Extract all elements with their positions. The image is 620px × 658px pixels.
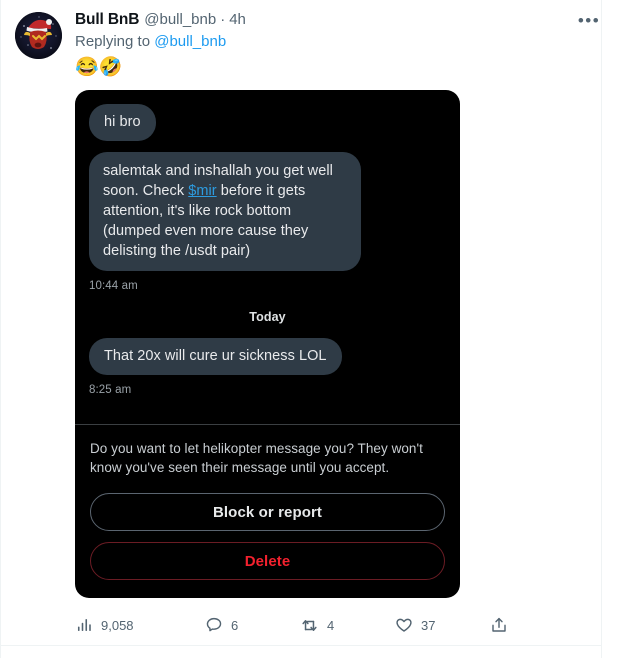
message-timestamp-1: 10:44 am (89, 280, 138, 292)
message-row-incoming-3: That 20x will cure ur sickness LOL (89, 338, 446, 375)
message-bubble: hi bro (89, 104, 156, 141)
delete-button[interactable]: Delete (90, 542, 445, 580)
tweet-card: ••• Bull BnB @bull_bnb · 4h Replying to … (0, 0, 620, 658)
chat-conversation: hi bro salemtak and inshallah you get we… (75, 90, 460, 424)
message-row-incoming-1: hi bro (89, 104, 446, 141)
message-bubble: That 20x will cure ur sickness LOL (89, 338, 342, 375)
retweet-count: 4 (327, 617, 335, 633)
tweet-header: Bull BnB @bull_bnb · 4h (75, 10, 587, 30)
like-count: 37 (421, 617, 436, 633)
message-bubble-with-link: salemtak and inshallah you get well soon… (89, 152, 361, 271)
tweet-content: Bull BnB @bull_bnb · 4h Replying to @bul… (63, 10, 587, 642)
retweet-icon (300, 616, 319, 635)
header-separator: · (220, 11, 226, 28)
reply-action[interactable]: 6 (205, 616, 300, 634)
user-handle: @bull_bnb (144, 11, 217, 28)
avatar-image (15, 12, 62, 59)
tweet-body: Bull BnB @bull_bnb · 4h Replying to @bul… (1, 0, 601, 642)
reply-icon (205, 616, 223, 634)
retweet-action[interactable]: 4 (300, 616, 395, 635)
views-count: 9,058 (101, 617, 134, 633)
frame-bottom-border (1, 645, 601, 646)
message-timestamp-2: 8:25 am (89, 384, 132, 396)
display-name: Bull BnB (75, 11, 140, 28)
bar-chart-icon (75, 616, 93, 634)
tweet-timestamp: 4h (229, 11, 246, 28)
replying-to-line: Replying to @bull_bnb (75, 32, 587, 52)
tweet-actions: 9,058 6 4 37 (75, 608, 587, 642)
avatar[interactable] (15, 12, 62, 59)
message-request-actions: Do you want to let helikopter message yo… (75, 425, 460, 598)
attached-screenshot[interactable]: hi bro salemtak and inshallah you get we… (75, 90, 460, 598)
like-action[interactable]: 37 (395, 616, 490, 634)
replying-to-handle[interactable]: @bull_bnb (154, 33, 226, 50)
message-row-incoming-2: salemtak and inshallah you get well soon… (89, 152, 446, 271)
message-gap (89, 141, 446, 152)
replying-to-label: Replying to (75, 33, 151, 50)
share-icon (490, 616, 508, 634)
frame-right-border (601, 0, 602, 658)
views-action[interactable]: 9,058 (75, 616, 205, 634)
avatar-column (15, 10, 63, 642)
tweet-text: 😂🤣 (75, 57, 123, 78)
share-action[interactable] (490, 616, 530, 634)
message-request-prompt: Do you want to let helikopter message yo… (90, 441, 423, 475)
block-or-report-button[interactable]: Block or report (90, 493, 445, 531)
cashtag-link[interactable]: $mir (188, 183, 216, 199)
chat-bottom-spacer (89, 398, 446, 414)
reply-count: 6 (231, 617, 239, 633)
heart-icon (395, 616, 413, 634)
day-divider: Today (249, 310, 286, 324)
